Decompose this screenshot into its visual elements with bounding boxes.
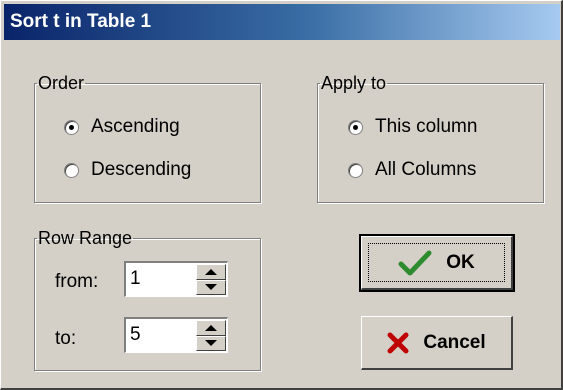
radio-descending-label: Descending [91, 159, 192, 180]
radio-all-columns-label: All Columns [375, 159, 477, 180]
radio-this-column-indicator[interactable] [348, 119, 363, 135]
radio-descending[interactable]: Descending [64, 159, 191, 181]
cancel-label: Cancel [423, 331, 486, 353]
radio-descending-indicator[interactable] [64, 162, 79, 178]
radio-ascending-label: Ascending [91, 116, 180, 137]
from-increment-button[interactable] [196, 264, 226, 280]
sort-dialog: Sort t in Table 1 Order Ascending Descen… [0, 0, 563, 390]
from-decrement-button[interactable] [196, 279, 226, 295]
ok-button[interactable]: OK [359, 234, 515, 292]
apply-to-group: Apply to [317, 74, 544, 203]
radio-this-column[interactable]: This column [348, 116, 477, 138]
row-range-legend: Row Range [38, 228, 133, 248]
to-increment-button[interactable] [196, 320, 226, 336]
to-label: to: [55, 328, 77, 349]
to-decrement-button[interactable] [196, 335, 226, 351]
to-input[interactable] [130, 323, 190, 347]
radio-all-columns-indicator[interactable] [348, 162, 363, 178]
radio-ascending-indicator[interactable] [64, 119, 79, 135]
radio-this-column-label: This column [375, 116, 478, 137]
order-legend: Order [38, 73, 85, 93]
x-icon [387, 332, 409, 353]
from-label: from: [55, 271, 99, 292]
to-spinbox[interactable] [124, 317, 228, 353]
from-spinbox[interactable] [124, 261, 228, 297]
apply-to-legend: Apply to [321, 73, 387, 93]
window-title: Sort t in Table 1 [4, 4, 560, 40]
cancel-button[interactable]: Cancel [361, 316, 513, 370]
order-group: Order [34, 74, 261, 203]
from-input[interactable] [130, 267, 190, 291]
radio-ascending[interactable]: Ascending [64, 116, 180, 138]
radio-all-columns[interactable]: All Columns [348, 159, 476, 181]
